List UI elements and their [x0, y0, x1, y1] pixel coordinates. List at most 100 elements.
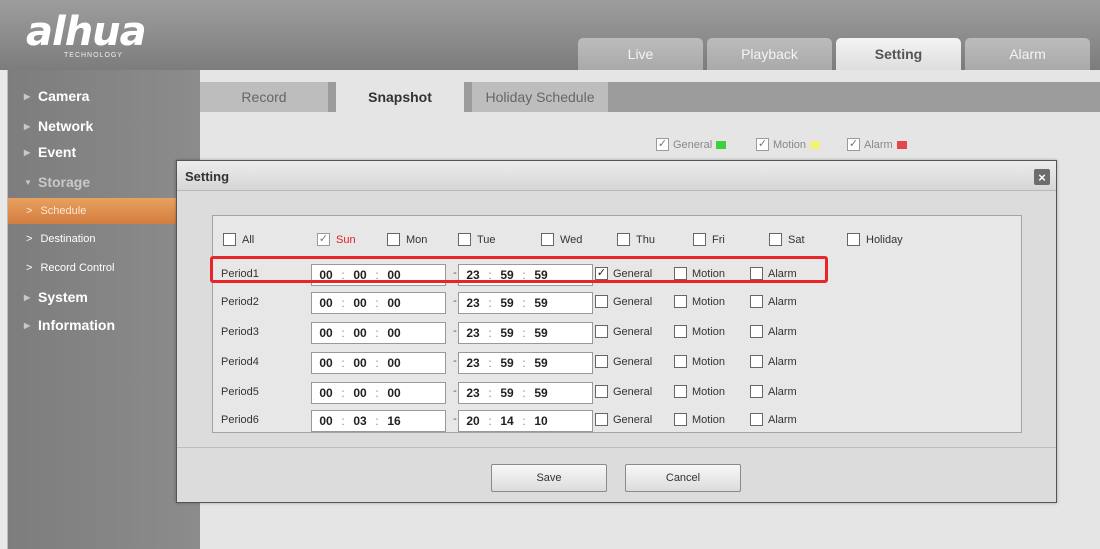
general-checkbox[interactable] — [595, 413, 608, 426]
day-checkbox[interactable] — [693, 233, 706, 246]
alarm-option[interactable]: Alarm — [750, 413, 797, 426]
second-field[interactable]: 59 — [527, 386, 555, 400]
day-wed[interactable]: Wed — [541, 233, 582, 246]
second-field[interactable]: 00 — [380, 268, 408, 282]
tab-alarm[interactable]: Alarm — [965, 38, 1090, 70]
end-time-input[interactable]: 23:59:59 — [458, 264, 593, 286]
end-time-input[interactable]: 20:14:10 — [458, 410, 593, 432]
legend-general-checkbox[interactable]: ✓ — [656, 138, 669, 151]
second-field[interactable]: 00 — [380, 356, 408, 370]
alarm-checkbox[interactable] — [750, 325, 763, 338]
tab-record[interactable]: Record — [200, 82, 328, 112]
second-field[interactable]: 00 — [380, 386, 408, 400]
minute-field[interactable]: 59 — [493, 326, 521, 340]
day-all[interactable]: All — [223, 233, 254, 246]
general-checkbox[interactable] — [595, 295, 608, 308]
start-time-input[interactable]: 00:00:00 — [311, 352, 446, 374]
second-field[interactable]: 00 — [380, 296, 408, 310]
hour-field[interactable]: 00 — [312, 326, 340, 340]
sidebar-item-network[interactable]: ▶ Network — [8, 114, 200, 138]
start-time-input[interactable]: 00:00:00 — [311, 264, 446, 286]
tab-snapshot[interactable]: Snapshot — [336, 82, 464, 112]
hour-field[interactable]: 20 — [459, 414, 487, 428]
legend-general[interactable]: ✓ General — [656, 138, 727, 151]
tab-playback[interactable]: Playback — [707, 38, 832, 70]
hour-field[interactable]: 23 — [459, 386, 487, 400]
hour-field[interactable]: 00 — [312, 414, 340, 428]
general-option[interactable]: General — [595, 413, 652, 426]
motion-checkbox[interactable] — [674, 267, 687, 280]
general-option[interactable]: General — [595, 295, 652, 308]
alarm-option[interactable]: Alarm — [750, 355, 797, 368]
alarm-option[interactable]: Alarm — [750, 385, 797, 398]
sidebar-item-information[interactable]: ▶ Information — [8, 313, 200, 337]
minute-field[interactable]: 59 — [493, 386, 521, 400]
hour-field[interactable]: 00 — [312, 296, 340, 310]
alarm-option[interactable]: Alarm — [750, 267, 797, 280]
general-option[interactable]: ✓ General — [595, 267, 652, 280]
second-field[interactable]: 59 — [527, 296, 555, 310]
general-option[interactable]: General — [595, 385, 652, 398]
day-checkbox[interactable] — [541, 233, 554, 246]
day-sat[interactable]: Sat — [769, 233, 805, 246]
start-time-input[interactable]: 00:00:00 — [311, 382, 446, 404]
minute-field[interactable]: 59 — [493, 296, 521, 310]
motion-option[interactable]: Motion — [674, 295, 725, 308]
day-checkbox[interactable]: ✓ — [317, 233, 330, 246]
motion-option[interactable]: Motion — [674, 355, 725, 368]
hour-field[interactable]: 00 — [312, 268, 340, 282]
tab-setting[interactable]: Setting — [836, 38, 961, 70]
minute-field[interactable]: 59 — [493, 356, 521, 370]
day-mon[interactable]: Mon — [387, 233, 427, 246]
minute-field[interactable]: 00 — [346, 356, 374, 370]
tab-holiday-schedule[interactable]: Holiday Schedule — [472, 82, 608, 112]
alarm-checkbox[interactable] — [750, 355, 763, 368]
second-field[interactable]: 00 — [380, 326, 408, 340]
day-checkbox[interactable] — [847, 233, 860, 246]
general-option[interactable]: General — [595, 355, 652, 368]
minute-field[interactable]: 00 — [346, 386, 374, 400]
save-button[interactable]: Save — [491, 464, 607, 492]
hour-field[interactable]: 23 — [459, 296, 487, 310]
motion-option[interactable]: Motion — [674, 325, 725, 338]
day-checkbox[interactable] — [458, 233, 471, 246]
sidebar-subitem-destination[interactable]: > Destination — [8, 226, 200, 252]
sidebar-item-system[interactable]: ▶ System — [8, 285, 200, 309]
motion-option[interactable]: Motion — [674, 267, 725, 280]
legend-alarm[interactable]: ✓ Alarm — [847, 138, 907, 151]
day-checkbox[interactable] — [617, 233, 630, 246]
legend-motion[interactable]: ✓ Motion — [756, 138, 821, 151]
cancel-button[interactable]: Cancel — [625, 464, 741, 492]
tab-live[interactable]: Live — [578, 38, 703, 70]
second-field[interactable]: 16 — [380, 414, 408, 428]
general-checkbox[interactable] — [595, 325, 608, 338]
hour-field[interactable]: 00 — [312, 386, 340, 400]
second-field[interactable]: 59 — [527, 356, 555, 370]
alarm-option[interactable]: Alarm — [750, 295, 797, 308]
minute-field[interactable]: 14 — [493, 414, 521, 428]
second-field[interactable]: 59 — [527, 326, 555, 340]
minute-field[interactable]: 00 — [346, 296, 374, 310]
motion-checkbox[interactable] — [674, 413, 687, 426]
motion-checkbox[interactable] — [674, 325, 687, 338]
minute-field[interactable]: 03 — [346, 414, 374, 428]
day-tue[interactable]: Tue — [458, 233, 496, 246]
close-icon[interactable]: × — [1034, 169, 1050, 185]
alarm-option[interactable]: Alarm — [750, 325, 797, 338]
legend-alarm-checkbox[interactable]: ✓ — [847, 138, 860, 151]
legend-motion-checkbox[interactable]: ✓ — [756, 138, 769, 151]
second-field[interactable]: 10 — [527, 414, 555, 428]
motion-option[interactable]: Motion — [674, 413, 725, 426]
end-time-input[interactable]: 23:59:59 — [458, 352, 593, 374]
alarm-checkbox[interactable] — [750, 385, 763, 398]
minute-field[interactable]: 00 — [346, 268, 374, 282]
minute-field[interactable]: 59 — [493, 268, 521, 282]
second-field[interactable]: 59 — [527, 268, 555, 282]
sidebar-subitem-record-control[interactable]: > Record Control — [8, 255, 200, 281]
general-checkbox[interactable] — [595, 385, 608, 398]
start-time-input[interactable]: 00:00:00 — [311, 322, 446, 344]
day-checkbox[interactable] — [769, 233, 782, 246]
sidebar-subitem-schedule[interactable]: > Schedule — [8, 198, 200, 224]
sidebar-item-storage[interactable]: ▼ Storage — [8, 170, 200, 194]
general-checkbox[interactable]: ✓ — [595, 267, 608, 280]
